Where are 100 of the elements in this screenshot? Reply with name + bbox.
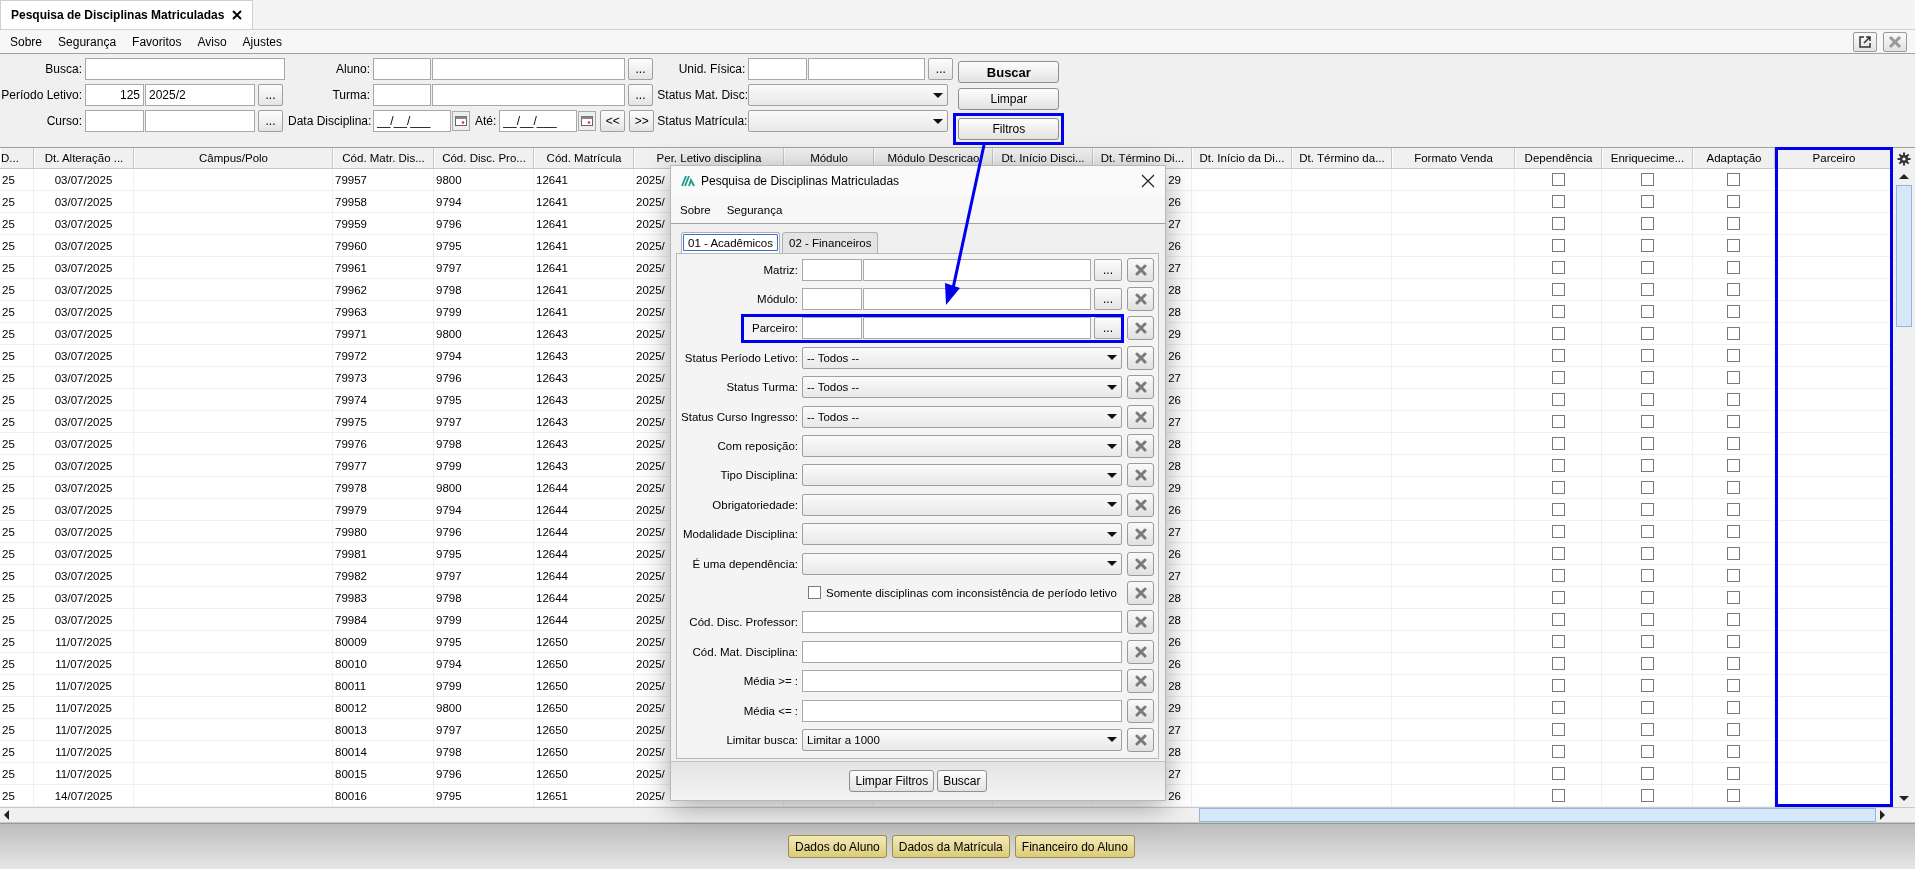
code-field[interactable]: 125 [85, 84, 144, 106]
dropdown[interactable]: -- Todos -- [802, 376, 1122, 399]
checkbox[interactable] [1727, 349, 1740, 362]
checkbox[interactable] [1640, 261, 1654, 274]
checkbox[interactable] [1640, 525, 1654, 538]
close-icon[interactable] [1141, 174, 1155, 188]
checkbox[interactable] [1727, 173, 1740, 186]
checkbox[interactable] [1551, 261, 1565, 274]
clear-button[interactable] [1127, 492, 1154, 517]
checkbox[interactable] [1551, 327, 1565, 340]
column-header[interactable]: Cód. Matrícula [534, 148, 634, 168]
checkbox[interactable] [1640, 283, 1654, 296]
menu-item[interactable]: Aviso [197, 34, 227, 49]
name-field[interactable] [432, 84, 625, 106]
checkbox[interactable] [1551, 591, 1565, 604]
dropdown[interactable]: -- Todos -- [802, 405, 1122, 428]
clear-button[interactable] [1127, 698, 1154, 723]
action-button[interactable]: Limpar [958, 88, 1060, 110]
menu-item[interactable]: Favoritos [132, 34, 182, 49]
checkbox[interactable] [1551, 767, 1565, 780]
checkbox[interactable] [1551, 349, 1565, 362]
code-field[interactable] [748, 58, 808, 80]
dropdown[interactable] [802, 493, 1122, 516]
browse-button[interactable]: ... [628, 58, 653, 80]
checkbox[interactable] [1640, 481, 1654, 494]
checkbox[interactable] [1727, 789, 1740, 802]
menu-item[interactable]: Segurança [58, 34, 117, 49]
date-field[interactable]: __/__/___ [373, 110, 451, 132]
column-header[interactable]: Câmpus/Polo [134, 148, 333, 168]
dropdown[interactable]: -- Todos -- [802, 346, 1122, 369]
document-tab[interactable]: Pesquisa de Disciplinas Matriculadas [0, 0, 254, 29]
next-button[interactable]: >> [629, 110, 655, 132]
checkbox[interactable] [1640, 503, 1654, 516]
text-field[interactable] [802, 670, 1122, 693]
checkbox[interactable] [1640, 789, 1654, 802]
clear-button[interactable] [1127, 551, 1154, 576]
dropdown[interactable] [802, 523, 1122, 546]
action-button[interactable]: Buscar [937, 770, 987, 792]
browse-button[interactable]: ... [258, 110, 283, 132]
checkbox[interactable] [1640, 327, 1654, 340]
name-field[interactable] [432, 58, 625, 80]
checkbox[interactable] [1640, 569, 1654, 582]
code-field[interactable] [373, 58, 431, 80]
dropdown[interactable] [802, 435, 1122, 458]
clear-button[interactable] [1127, 345, 1154, 370]
action-button[interactable]: Limpar Filtros [849, 770, 935, 792]
column-header[interactable]: Formato Venda [1392, 148, 1515, 168]
checkbox[interactable] [1727, 437, 1740, 450]
column-header[interactable]: Dt. Término da... [1292, 148, 1392, 168]
checkbox[interactable] [1551, 789, 1565, 802]
checkbox[interactable] [1727, 393, 1740, 406]
checkbox[interactable] [1727, 239, 1740, 252]
menu-item[interactable]: Sobre [680, 203, 711, 216]
browse-button[interactable]: ... [258, 84, 283, 106]
menu-item[interactable]: Segurança [726, 203, 783, 216]
clear-button[interactable] [1127, 287, 1154, 312]
horizontal-scrollbar[interactable] [0, 807, 1915, 823]
checkbox[interactable] [1640, 305, 1654, 318]
clear-button[interactable] [1127, 581, 1154, 605]
action-button[interactable]: Dados do Aluno [788, 835, 887, 858]
checkbox[interactable] [1640, 613, 1654, 626]
clear-button[interactable] [1127, 257, 1154, 282]
action-button[interactable]: Filtros [958, 118, 1060, 140]
scroll-thumb[interactable] [1199, 808, 1876, 822]
checkbox-option[interactable]: Somente disciplinas com inconsistência de período letivo [802, 586, 1122, 600]
search-button[interactable]: Buscar [958, 61, 1060, 83]
checkbox[interactable] [1551, 415, 1565, 428]
scroll-up-icon[interactable] [1899, 174, 1909, 179]
code-field[interactable] [85, 110, 144, 132]
code-field[interactable] [802, 258, 862, 281]
code-field[interactable] [802, 288, 862, 311]
dropdown[interactable] [748, 110, 949, 132]
checkbox[interactable] [1640, 415, 1654, 428]
checkbox[interactable] [1551, 437, 1565, 450]
checkbox[interactable] [1551, 195, 1565, 208]
checkbox[interactable] [1551, 459, 1565, 472]
checkbox[interactable] [1727, 701, 1740, 714]
checkbox[interactable] [1551, 217, 1565, 230]
name-field[interactable] [863, 288, 1091, 311]
checkbox[interactable] [1640, 657, 1654, 670]
clear-button[interactable] [1127, 434, 1154, 459]
checkbox[interactable] [1551, 503, 1565, 516]
dropdown[interactable] [802, 552, 1122, 575]
menu-item[interactable]: Ajustes [242, 34, 282, 49]
checkbox[interactable] [1727, 459, 1740, 472]
clear-button[interactable] [1127, 522, 1154, 547]
dropdown[interactable]: Limitar a 1000 [802, 728, 1122, 751]
checkbox[interactable] [1640, 349, 1654, 362]
column-header[interactable]: Cód. Disc. Pro... [434, 148, 534, 168]
action-button[interactable]: Dados da Matrícula [891, 835, 1010, 858]
checkbox[interactable] [1640, 701, 1654, 714]
clear-button[interactable] [1127, 316, 1154, 341]
checkbox[interactable] [1727, 327, 1740, 340]
checkbox[interactable] [1727, 547, 1740, 560]
checkbox[interactable] [1727, 745, 1740, 758]
checkbox[interactable] [1640, 767, 1654, 780]
checkbox[interactable] [1727, 723, 1740, 736]
checkbox[interactable] [1727, 305, 1740, 318]
checkbox[interactable] [1551, 679, 1565, 692]
column-header[interactable]: Dependência [1515, 148, 1602, 168]
